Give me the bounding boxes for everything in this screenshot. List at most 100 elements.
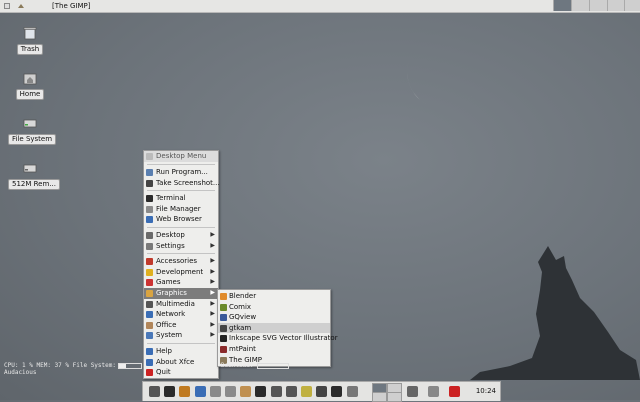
paint-icon [240, 386, 252, 397]
submenu-item-inkscape-svg-vector-illustrator[interactable]: Inkscape SVG Vector Illustrator [218, 333, 338, 344]
workspace-1[interactable] [553, 0, 571, 11]
menu-item-label: Web Browser [156, 215, 202, 224]
workspace-5[interactable] [624, 0, 640, 11]
font-launcher[interactable] [269, 384, 284, 399]
menu-item-file-manager[interactable]: File Manager [144, 204, 218, 215]
gqview-icon [220, 314, 227, 322]
removable-drive-icon [23, 164, 37, 173]
submenu-item-mtpaint[interactable]: mtPaint [218, 344, 330, 355]
folder-icon [146, 205, 153, 213]
logout-icon [449, 386, 460, 397]
gtkam-icon [220, 324, 227, 332]
pager-workspace-3[interactable] [372, 392, 387, 402]
menu-item-settings[interactable]: Settings ▶ [144, 241, 218, 252]
system-monitor-text: CPU: 1 % MEM: 37 % File System: [4, 362, 116, 369]
menu-item-multimedia[interactable]: Multimedia ▶ [144, 299, 218, 310]
menu-item-run-program[interactable]: Run Program... [144, 167, 218, 178]
audacious-label: Audacious [4, 369, 37, 376]
menu-separator [147, 164, 215, 165]
xfce-menu-launcher[interactable] [147, 384, 162, 399]
crescent-moon-wallpaper [407, 54, 476, 109]
terminal-launcher[interactable] [162, 384, 177, 399]
multimedia-icon [346, 386, 358, 397]
submenu-item-comix[interactable]: Comix [218, 302, 330, 313]
clock[interactable]: 10:24 [476, 382, 496, 401]
submenu-item-gtkam[interactable]: gtkam [218, 322, 330, 334]
menu-item-terminal[interactable]: Terminal [144, 193, 218, 204]
music-launcher[interactable] [299, 384, 314, 399]
download-monitor: Download: [221, 362, 290, 369]
menu-separator [147, 226, 215, 228]
multimedia-launcher[interactable] [345, 384, 360, 399]
menu-item-label: About Xfce [156, 357, 195, 366]
font-icon [270, 386, 282, 397]
menu-item-quit[interactable]: Quit [144, 367, 218, 378]
workspace-3[interactable] [589, 0, 607, 11]
run-icon [146, 169, 153, 176]
drive-icon [428, 386, 439, 397]
menu-item-label: Take Screenshot... [156, 178, 220, 187]
submenu-item-label: gtkam [229, 323, 252, 332]
tools-tray-button[interactable] [405, 384, 420, 399]
graphics-submenu: Blender Comix GQview gtkam Inkscape SVG Vect… [217, 289, 338, 368]
desktop-icon [146, 231, 153, 239]
submenu-arrow-icon: ▶ [210, 257, 215, 265]
menu-item-network[interactable]: Network ▶ [144, 309, 218, 320]
settings-icon [146, 242, 153, 250]
howling-wolf-wallpaper [470, 246, 640, 380]
inkscape-icon [220, 335, 227, 343]
comix-icon [220, 303, 227, 311]
image-viewer-launcher[interactable] [284, 384, 299, 399]
video-launcher[interactable] [329, 384, 344, 399]
menu-item-label: Accessories [156, 257, 198, 266]
drive-tray-button[interactable] [426, 384, 441, 399]
windows-launcher[interactable] [208, 384, 223, 399]
games-icon [146, 279, 153, 287]
desktop-icon-home[interactable]: Home [8, 71, 52, 100]
submenu-arrow-icon: ▶ [210, 320, 215, 328]
menu-item-web-browser[interactable]: Web Browser [144, 214, 218, 225]
gimp-window-icon[interactable] [17, 2, 25, 10]
menu-item-label: Terminal [156, 194, 186, 203]
pager-workspace-4[interactable] [387, 392, 402, 402]
logout-tray-button[interactable] [447, 384, 462, 399]
editor-launcher[interactable] [223, 384, 238, 399]
terminal-icon [146, 195, 153, 203]
menu-item-office[interactable]: Office ▶ [144, 320, 218, 331]
camera-launcher[interactable] [314, 384, 329, 399]
menu-item-development[interactable]: Development ▶ [144, 267, 218, 278]
submenu-arrow-icon: ▶ [210, 310, 215, 318]
menu-item-label: File Manager [156, 204, 201, 213]
menu-item-about-xfce[interactable]: About Xfce [144, 357, 218, 368]
network-tool-launcher[interactable] [253, 384, 268, 399]
window-title-button[interactable]: [The GIMP] [52, 1, 90, 11]
workspace-4[interactable] [607, 0, 625, 11]
submenu-item-gqview[interactable]: GQview [218, 312, 330, 323]
menu-item-label: Multimedia [156, 299, 195, 308]
desktop-icon-removable[interactable]: 512M Rem... [8, 161, 60, 190]
file-manager-icon [179, 386, 191, 397]
desktop-icon-filesystem[interactable]: File System [8, 116, 57, 145]
desktop-icon-trash[interactable]: Trash [8, 26, 52, 55]
menu-item-take-screenshot[interactable]: Take Screenshot... [144, 178, 220, 189]
top-panel: [The GIMP] [0, 0, 640, 13]
file-manager-launcher[interactable] [177, 384, 192, 399]
menu-item-desktop[interactable]: Desktop ▶ [144, 230, 218, 241]
submenu-item-blender[interactable]: Blender [218, 291, 330, 302]
menu-item-help[interactable]: Help [144, 346, 218, 357]
menu-item-system[interactable]: System ▶ [144, 330, 218, 341]
bottom-panel: 10:24 [142, 381, 501, 402]
menu-item-games[interactable]: Games ▶ [144, 277, 218, 288]
mtpaint-icon [220, 345, 227, 353]
app-menu-icon[interactable] [3, 2, 11, 10]
menu-separator [147, 190, 215, 192]
development-icon [146, 268, 153, 276]
menu-item-accessories[interactable]: Accessories ▶ [144, 256, 218, 267]
workspace-2[interactable] [571, 0, 589, 11]
menu-item-graphics[interactable]: Graphics ▶ [144, 287, 218, 299]
camera-icon [146, 179, 153, 187]
submenu-arrow-icon: ▶ [210, 299, 215, 307]
paint-launcher[interactable] [238, 384, 253, 399]
menu-item-label: Help [156, 346, 172, 355]
web-browser-launcher[interactable] [193, 384, 208, 399]
